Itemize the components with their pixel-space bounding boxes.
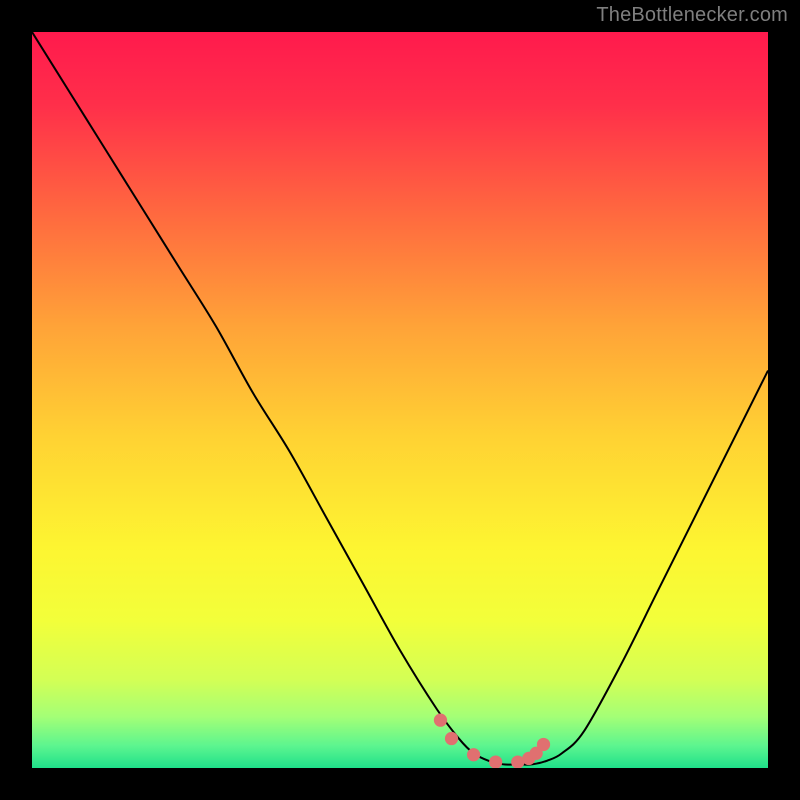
highlight-dot: [445, 732, 458, 745]
highlight-dots: [434, 714, 550, 768]
highlight-dot: [489, 755, 502, 768]
highlight-dot: [467, 748, 480, 761]
highlight-dot: [537, 738, 550, 751]
highlight-dot: [434, 714, 447, 727]
attribution-text: TheBottlenecker.com: [596, 4, 788, 27]
curve-line: [32, 32, 768, 765]
bottleneck-curve: [32, 32, 768, 768]
plot-area: [32, 32, 768, 768]
chart-frame: TheBottlenecker.com: [0, 0, 800, 800]
